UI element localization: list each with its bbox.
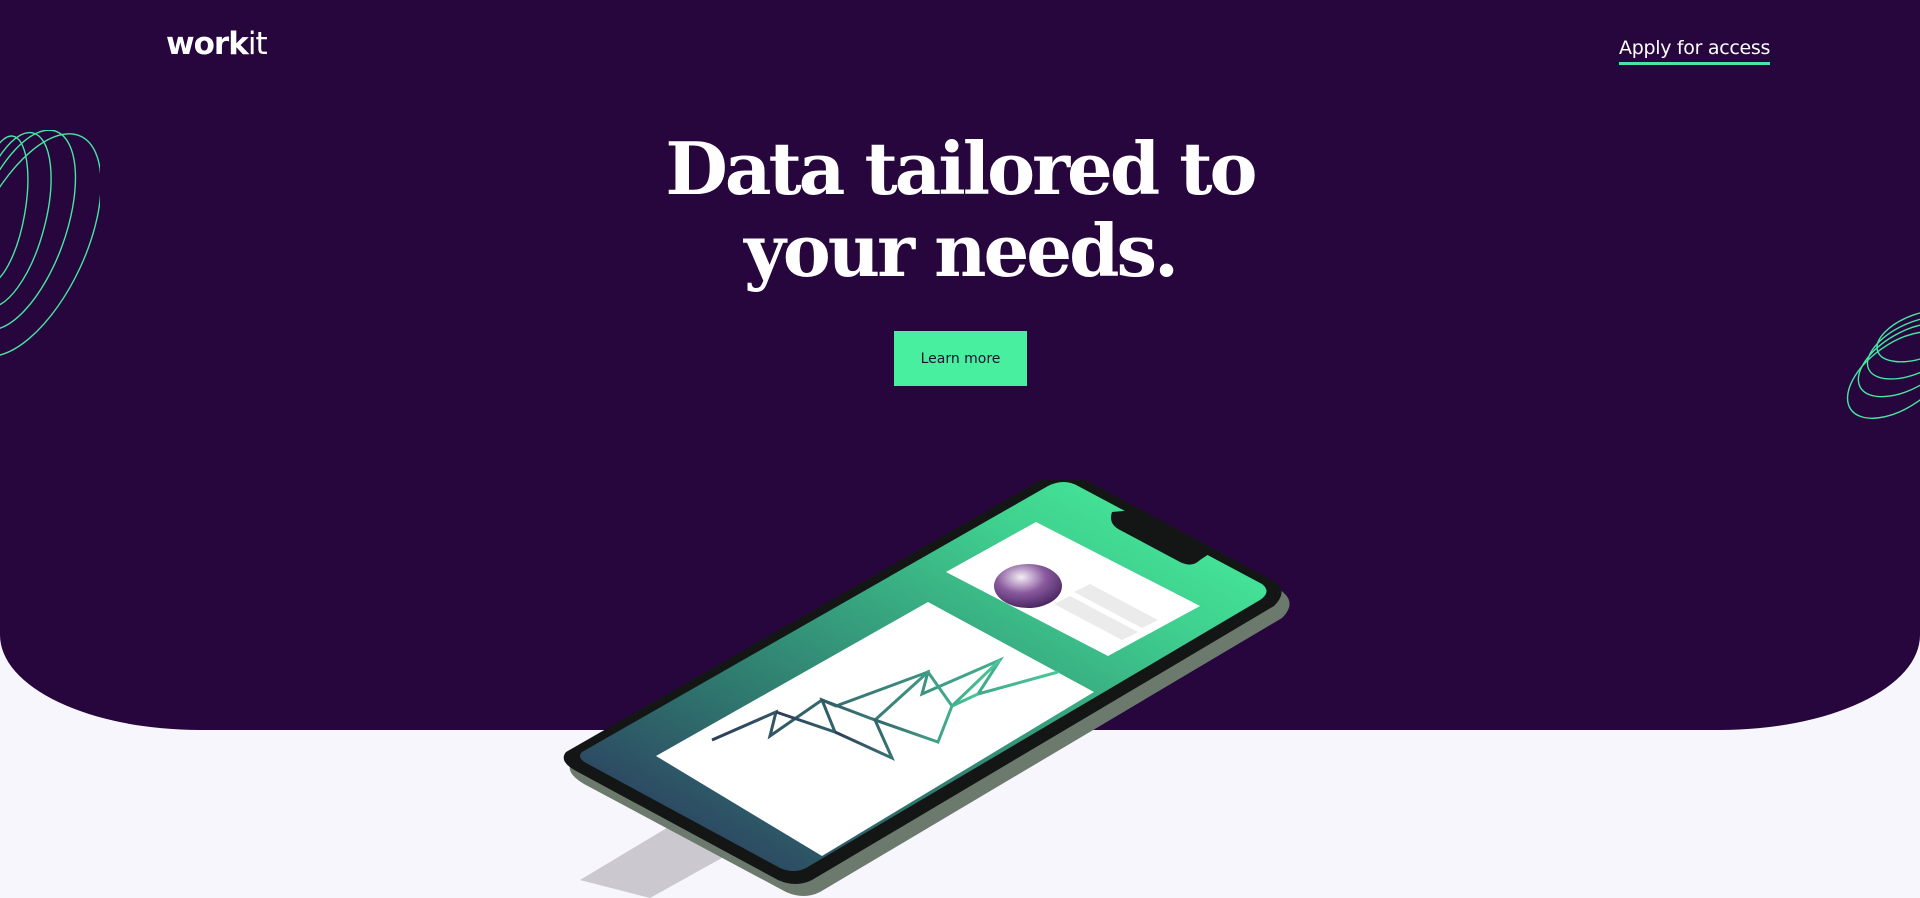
right-swirl-decoration xyxy=(1846,309,1920,419)
logo-light-text: it xyxy=(247,26,268,62)
headline-line-1: Data tailored to xyxy=(665,126,1257,211)
learn-more-button[interactable]: Learn more xyxy=(894,331,1027,386)
left-swirl-decoration xyxy=(0,130,100,357)
logo[interactable]: workit xyxy=(166,26,268,62)
headline-line-2: your needs. xyxy=(743,208,1179,293)
logo-bold-text: work xyxy=(166,26,249,62)
hero-headline: Data tailored to your needs. xyxy=(0,128,1920,292)
apply-for-access-link[interactable]: Apply for access xyxy=(1619,37,1770,65)
avatar xyxy=(994,564,1062,608)
phone-mockup-illustration xyxy=(563,480,1290,898)
